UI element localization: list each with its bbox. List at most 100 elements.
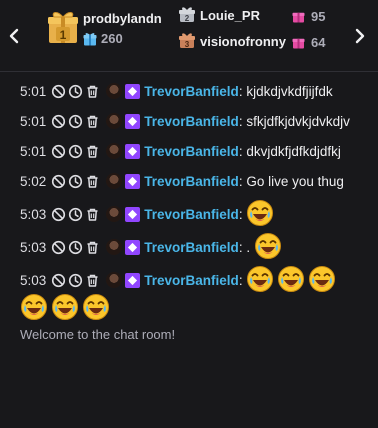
avatar — [106, 113, 123, 129]
third-place-name[interactable]: visionofronny — [200, 34, 286, 49]
delete-icon[interactable] — [85, 205, 100, 221]
message-timestamp: 5:02 — [20, 174, 47, 189]
moderation-actions — [51, 205, 100, 222]
timeout-icon[interactable] — [68, 172, 83, 189]
username[interactable]: TrevorBanfield — [144, 114, 239, 129]
delete-icon[interactable] — [85, 142, 100, 158]
username[interactable]: TrevorBanfield — [144, 273, 239, 288]
welcome-message: Welcome to the chat room! — [20, 327, 176, 342]
badge-icon — [125, 207, 141, 222]
timeout-icon[interactable] — [68, 112, 83, 129]
avatar — [106, 272, 123, 288]
avatar — [106, 239, 123, 255]
colon-separator: : — [238, 144, 243, 159]
gift-blue-icon — [83, 32, 97, 46]
ban-icon[interactable] — [51, 271, 66, 288]
moderation-actions — [51, 112, 100, 129]
badge-icon — [125, 114, 141, 129]
emote-icon — [277, 265, 305, 293]
message-timestamp: 5:03 — [20, 240, 47, 255]
first-rank-number: 1 — [60, 28, 67, 42]
ban-icon[interactable] — [51, 172, 66, 189]
first-place-gift-icon: 1 — [48, 10, 78, 44]
colon-separator: : — [238, 240, 243, 255]
emote-icon — [308, 265, 336, 293]
emote-icon — [254, 232, 282, 260]
delete-icon[interactable] — [85, 112, 100, 128]
avatar — [106, 83, 123, 99]
gift-pink-icon — [292, 10, 305, 23]
moderation-actions — [51, 238, 100, 255]
colon-separator: : — [238, 114, 243, 129]
moderation-actions — [51, 142, 100, 159]
username[interactable]: TrevorBanfield — [144, 84, 239, 99]
ban-icon[interactable] — [51, 142, 66, 159]
third-rank-number: 3 — [185, 40, 190, 49]
username[interactable]: TrevorBanfield — [144, 240, 239, 255]
timeout-icon[interactable] — [68, 142, 83, 159]
chat-message: 5:01 TrevorBanfield: dkvjdkfjdfkdjdfkj — [20, 139, 368, 164]
badge-icon — [125, 174, 141, 189]
emote-icon — [20, 293, 48, 321]
message-timestamp: 5:01 — [20, 114, 47, 129]
username[interactable]: TrevorBanfield — [144, 174, 239, 189]
chat-log: 5:01 TrevorBanfield: kjdkdjvkdfjijfdk 5:0… — [0, 73, 378, 428]
colon-separator: : — [238, 174, 243, 189]
timeout-icon[interactable] — [68, 205, 83, 222]
avatar — [106, 143, 123, 159]
ban-icon[interactable] — [51, 82, 66, 99]
previous-arrow-icon[interactable] — [4, 24, 24, 48]
delete-icon[interactable] — [85, 172, 100, 188]
first-place-name[interactable]: prodbylandn — [83, 11, 162, 26]
username[interactable]: TrevorBanfield — [144, 144, 239, 159]
emote-icon — [51, 293, 79, 321]
delete-icon[interactable] — [85, 82, 100, 98]
avatar — [106, 206, 123, 222]
second-place-name[interactable]: Louie_PR — [200, 8, 260, 23]
ban-icon[interactable] — [51, 205, 66, 222]
gift-leaderboard: 1 prodbylandn 260 2 Louie_PR 95 3 vision… — [0, 0, 378, 72]
ban-icon[interactable] — [51, 112, 66, 129]
message-text: dkvjdkfjdfkdjdfkj — [246, 144, 341, 159]
message-timestamp: 5:03 — [20, 273, 47, 288]
timeout-icon[interactable] — [68, 238, 83, 255]
emote-icon — [82, 293, 110, 321]
moderation-actions — [51, 271, 100, 288]
badge-icon — [125, 144, 141, 159]
badge-icon — [125, 240, 141, 255]
chat-message: 5:01 TrevorBanfield: sfkjdfkjdvkjdvkdjv — [20, 109, 368, 134]
message-timestamp: 5:01 — [20, 144, 47, 159]
message-text: sfkjdfkjdvkjdvkdjv — [246, 114, 350, 129]
delete-icon[interactable] — [85, 238, 100, 254]
third-place-gift-icon: 3 — [179, 32, 195, 49]
badge-icon — [125, 84, 141, 99]
chat-message: 5:03 TrevorBanfield: . — [20, 232, 368, 260]
third-place-count: 64 — [311, 35, 326, 50]
second-place-gift-icon: 2 — [179, 6, 195, 23]
emote-icon — [246, 199, 274, 227]
timeout-icon[interactable] — [68, 271, 83, 288]
chat-message: 5:03 TrevorBanfield: — [20, 265, 368, 321]
emote-icon — [246, 265, 274, 293]
message-text: kjdkdjvkdfjijfdk — [246, 84, 333, 99]
chat-message: 5:01 TrevorBanfield: kjdkdjvkdfjijfdk — [20, 79, 368, 104]
chat-message: 5:02 TrevorBanfield: Go live you thug — [20, 169, 368, 194]
message-list: 5:01 TrevorBanfield: kjdkdjvkdfjijfdk 5:0… — [20, 79, 368, 321]
message-text: Go live you thug — [246, 174, 344, 189]
second-place-count: 95 — [311, 9, 326, 24]
colon-separator: : — [238, 207, 243, 222]
badge-icon — [125, 273, 141, 288]
ban-icon[interactable] — [51, 238, 66, 255]
second-rank-number: 2 — [185, 14, 190, 23]
delete-icon[interactable] — [85, 271, 100, 287]
first-place-count: 260 — [101, 31, 123, 46]
moderation-actions — [51, 82, 100, 99]
username[interactable]: TrevorBanfield — [144, 207, 239, 222]
moderation-actions — [51, 172, 100, 189]
next-arrow-icon[interactable] — [350, 24, 370, 48]
timeout-icon[interactable] — [68, 82, 83, 99]
avatar — [106, 173, 123, 189]
message-timestamp: 5:03 — [20, 207, 47, 222]
gift-pink-icon — [292, 36, 305, 49]
message-timestamp: 5:01 — [20, 84, 47, 99]
